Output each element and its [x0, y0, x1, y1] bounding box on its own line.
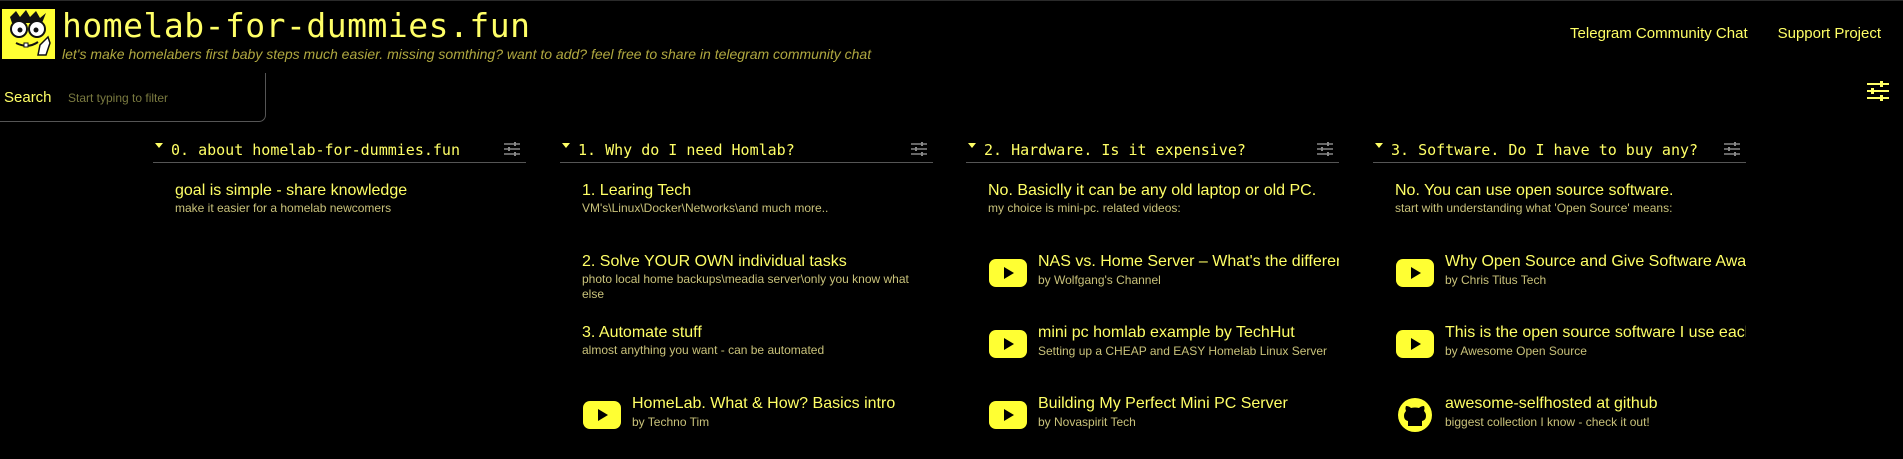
item-title: No. Basiclly it can be any old laptop or…	[988, 182, 1317, 199]
column-title: 1. Why do I need Homlab?	[578, 141, 795, 159]
link-description: by Novaspirit Tech	[1038, 415, 1136, 429]
column-software: 3. Software. Do I have to buy any? No. Y…	[1373, 138, 1746, 432]
top-border	[0, 0, 1903, 1]
item-description: photo local home backups\meadia server\o…	[582, 272, 909, 301]
link-description: biggest collection I know - check it out…	[1445, 415, 1650, 429]
column-header[interactable]: 0. about homelab-for-dummies.fun	[153, 138, 526, 163]
column-options-icon[interactable]	[1724, 142, 1740, 156]
video-link[interactable]: NAS vs. Home Server – What's the differe…	[988, 253, 1339, 297]
column-options-icon[interactable]	[911, 142, 927, 156]
column-options-icon[interactable]	[1317, 142, 1333, 156]
youtube-icon	[988, 329, 1028, 359]
search-input[interactable]	[66, 87, 260, 109]
link-title: Why Open Source and Give Software Away?	[1445, 253, 1746, 270]
site-subtitle: let's make homelabers first baby steps m…	[62, 46, 872, 62]
video-link[interactable]: Why Open Source and Give Software Away? …	[1395, 253, 1746, 297]
site-title: homelab-for-dummies.fun	[62, 6, 531, 45]
github-link[interactable]: awesome-selfhosted at github biggest col…	[1395, 395, 1746, 439]
column-options-icon[interactable]	[504, 142, 520, 156]
item-description: VM's\Linux\Docker\Networks\and much more…	[582, 201, 829, 215]
youtube-icon	[1395, 329, 1435, 359]
list-item: No. Basiclly it can be any old laptop or…	[988, 182, 1339, 216]
column-header[interactable]: 2. Hardware. Is it expensive?	[966, 138, 1339, 163]
column-why-homelab: 1. Why do I need Homlab? 1. Learing Tech…	[560, 138, 933, 429]
item-title: 3. Automate stuff	[582, 324, 702, 341]
link-title: HomeLab. What & How? Basics intro	[632, 395, 896, 412]
link-description: by Wolfgang's Channel	[1038, 273, 1161, 287]
list-item: No. You can use open source software. st…	[1395, 182, 1746, 216]
github-icon	[1395, 398, 1435, 432]
item-description: almost anything you want - can be automa…	[582, 343, 825, 357]
video-link[interactable]: This is the open source software I use e…	[1395, 324, 1746, 368]
youtube-icon	[988, 400, 1028, 430]
youtube-icon	[582, 400, 622, 430]
column-title: 0. about homelab-for-dummies.fun	[171, 141, 460, 159]
item-title: No. You can use open source software.	[1395, 182, 1674, 199]
link-description: by Awesome Open Source	[1445, 344, 1587, 358]
telegram-community-chat-link[interactable]: Telegram Community Chat	[1570, 25, 1748, 42]
column-hardware: 2. Hardware. Is it expensive? No. Basicl…	[966, 138, 1339, 429]
link-title: This is the open source software I use e…	[1445, 324, 1746, 341]
column-title: 3. Software. Do I have to buy any?	[1391, 141, 1699, 159]
list-item: goal is simple - share knowledge make it…	[175, 182, 526, 216]
top-nav: Telegram Community Chat Support Project	[1570, 25, 1881, 42]
column-title: 2. Hardware. Is it expensive?	[984, 141, 1246, 159]
link-description: by Techno Tim	[632, 415, 710, 429]
column-header[interactable]: 3. Software. Do I have to buy any?	[1373, 138, 1746, 163]
search-label: Search	[4, 89, 52, 106]
video-link[interactable]: mini pc homlab example by TechHut Settin…	[988, 324, 1339, 368]
youtube-icon	[988, 258, 1028, 288]
link-title: awesome-selfhosted at github	[1445, 395, 1658, 412]
column-about: 0. about homelab-for-dummies.fun goal is…	[153, 138, 526, 215]
item-description: start with understanding what 'Open Sour…	[1395, 201, 1673, 215]
chevron-down-icon[interactable]	[155, 143, 163, 148]
logo-icon[interactable]	[2, 9, 55, 59]
column-header[interactable]: 1. Why do I need Homlab?	[560, 138, 933, 163]
item-title: goal is simple - share knowledge	[175, 182, 408, 199]
youtube-icon	[1395, 258, 1435, 288]
list-item: 2. Solve YOUR OWN individual tasks photo…	[582, 253, 933, 302]
link-title: NAS vs. Home Server – What's the differe…	[1038, 253, 1339, 270]
link-title: Building My Perfect Mini PC Server	[1038, 395, 1288, 412]
video-link[interactable]: HomeLab. What & How? Basics intro by Tec…	[582, 395, 933, 439]
chevron-down-icon[interactable]	[1375, 143, 1383, 148]
chevron-down-icon[interactable]	[562, 143, 570, 148]
link-title: mini pc homlab example by TechHut	[1038, 324, 1295, 341]
item-title: 1. Learing Tech	[582, 182, 692, 199]
link-description: by Chris Titus Tech	[1445, 273, 1547, 287]
video-link[interactable]: Building My Perfect Mini PC Server by No…	[988, 395, 1339, 439]
item-title: 2. Solve YOUR OWN individual tasks	[582, 253, 847, 270]
search-box: Search	[0, 73, 266, 122]
chevron-down-icon[interactable]	[968, 143, 976, 148]
support-project-link[interactable]: Support Project	[1778, 25, 1881, 42]
list-item: 1. Learing Tech VM's\Linux\Docker\Networ…	[582, 182, 933, 216]
list-item: 3. Automate stuff almost anything you wa…	[582, 324, 933, 358]
item-description: my choice is mini-pc. related videos:	[988, 201, 1181, 215]
link-description: Setting up a CHEAP and EASY Homelab Linu…	[1038, 344, 1328, 358]
sliders-icon[interactable]	[1866, 80, 1890, 102]
item-description: make it easier for a homelab newcomers	[175, 201, 392, 215]
